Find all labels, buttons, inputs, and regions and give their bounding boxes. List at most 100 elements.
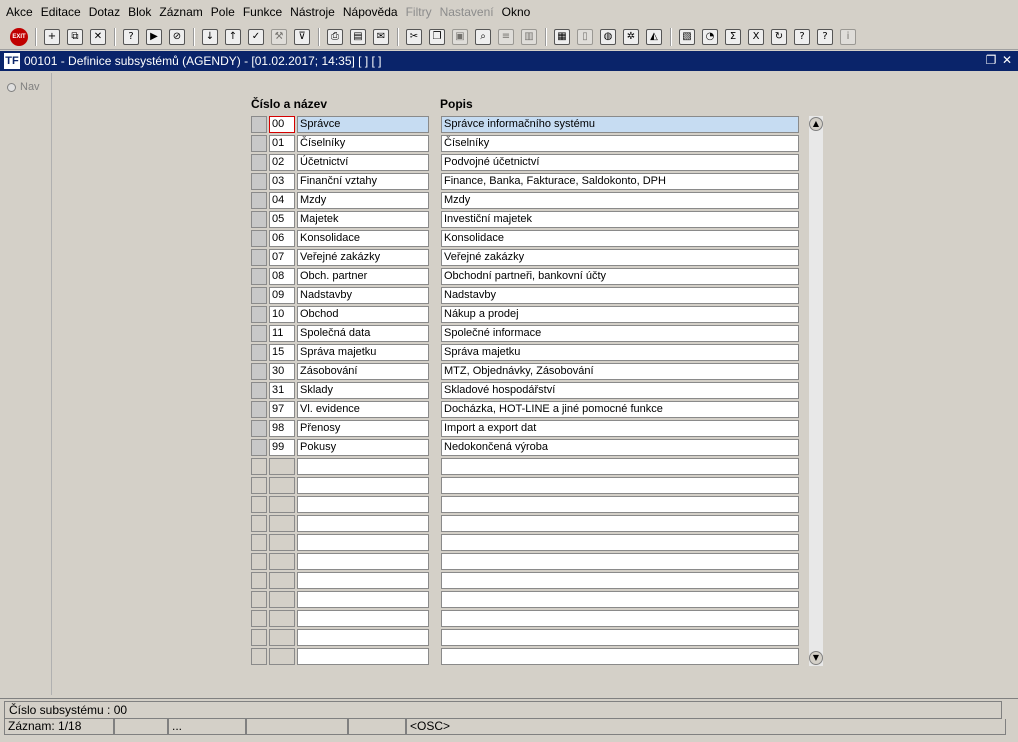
query-enter-button[interactable]: ? bbox=[120, 26, 142, 48]
table-row[interactable]: 07 Veřejné zakázky Veřejné zakázky bbox=[251, 249, 801, 266]
chart-button[interactable]: ◭ bbox=[643, 26, 665, 48]
number-field[interactable] bbox=[269, 496, 295, 513]
record-selector[interactable] bbox=[251, 610, 267, 627]
send-mail-button[interactable]: ✉ bbox=[370, 26, 392, 48]
description-field[interactable] bbox=[441, 515, 799, 532]
description-field[interactable]: Konsolidace bbox=[441, 230, 799, 247]
description-field[interactable]: Mzdy bbox=[441, 192, 799, 209]
record-selector[interactable] bbox=[251, 420, 267, 437]
delete-record-button[interactable]: ✕ bbox=[87, 26, 109, 48]
name-field[interactable]: Mzdy bbox=[297, 192, 429, 209]
name-field[interactable] bbox=[297, 458, 429, 475]
print-button[interactable]: ⎙ bbox=[324, 26, 346, 48]
menu-item-5[interactable]: Pole bbox=[207, 0, 239, 24]
description-field[interactable]: Nákup a prodej bbox=[441, 306, 799, 323]
record-selector[interactable] bbox=[251, 268, 267, 285]
description-field[interactable] bbox=[441, 477, 799, 494]
number-field[interactable]: 08 bbox=[269, 268, 295, 285]
query-cancel-button[interactable]: ⊘ bbox=[166, 26, 188, 48]
record-selector[interactable] bbox=[251, 534, 267, 551]
menu-item-8[interactable]: Nápověda bbox=[339, 0, 402, 24]
menu-item-2[interactable]: Dotaz bbox=[85, 0, 124, 24]
table-row[interactable] bbox=[251, 591, 801, 608]
record-selector[interactable] bbox=[251, 135, 267, 152]
description-field[interactable]: Docházka, HOT-LINE a jiné pomocné funkce bbox=[441, 401, 799, 418]
record-selector[interactable] bbox=[251, 211, 267, 228]
name-field[interactable]: Správa majetku bbox=[297, 344, 429, 361]
description-field[interactable] bbox=[441, 591, 799, 608]
record-selector[interactable] bbox=[251, 496, 267, 513]
restore-window-button[interactable]: ❐ bbox=[984, 53, 998, 67]
number-field[interactable] bbox=[269, 534, 295, 551]
table-row[interactable] bbox=[251, 629, 801, 646]
table-row[interactable] bbox=[251, 534, 801, 551]
menu-item-7[interactable]: Nástroje bbox=[286, 0, 339, 24]
name-field[interactable] bbox=[297, 496, 429, 513]
print-preview-button[interactable]: ▤ bbox=[347, 26, 369, 48]
refresh-button[interactable]: ↻ bbox=[768, 26, 790, 48]
record-selector[interactable] bbox=[251, 629, 267, 646]
name-field[interactable]: Pokusy bbox=[297, 439, 429, 456]
insert-record-button[interactable]: + bbox=[41, 26, 63, 48]
description-field[interactable]: Obchodní partneři, bankovní účty bbox=[441, 268, 799, 285]
record-selector[interactable] bbox=[251, 553, 267, 570]
filter-button[interactable]: ⊽ bbox=[291, 26, 313, 48]
number-field[interactable]: 31 bbox=[269, 382, 295, 399]
record-selector[interactable] bbox=[251, 173, 267, 190]
number-field[interactable] bbox=[269, 458, 295, 475]
number-field[interactable]: 00 bbox=[269, 116, 295, 133]
description-field[interactable] bbox=[441, 534, 799, 551]
table-row[interactable]: 31 Sklady Skladové hospodářství bbox=[251, 382, 801, 399]
name-field[interactable] bbox=[297, 534, 429, 551]
menu-item-9[interactable]: Filtry bbox=[402, 0, 436, 24]
description-field[interactable]: Podvojné účetnictví bbox=[441, 154, 799, 171]
number-field[interactable]: 05 bbox=[269, 211, 295, 228]
name-field[interactable] bbox=[297, 610, 429, 627]
name-field[interactable] bbox=[297, 515, 429, 532]
table-row[interactable]: 11 Společná data Společné informace bbox=[251, 325, 801, 342]
number-field[interactable] bbox=[269, 629, 295, 646]
name-field[interactable] bbox=[297, 648, 429, 665]
number-field[interactable]: 07 bbox=[269, 249, 295, 266]
table-row[interactable] bbox=[251, 553, 801, 570]
table-row[interactable] bbox=[251, 458, 801, 475]
number-field[interactable]: 97 bbox=[269, 401, 295, 418]
record-selector[interactable] bbox=[251, 458, 267, 475]
number-field[interactable]: 30 bbox=[269, 363, 295, 380]
name-field[interactable]: Majetek bbox=[297, 211, 429, 228]
number-field[interactable]: 09 bbox=[269, 287, 295, 304]
number-field[interactable]: 11 bbox=[269, 325, 295, 342]
menu-item-6[interactable]: Funkce bbox=[239, 0, 286, 24]
table-row[interactable] bbox=[251, 477, 801, 494]
nav-option[interactable]: Nav bbox=[7, 81, 51, 93]
number-field[interactable] bbox=[269, 515, 295, 532]
record-selector[interactable] bbox=[251, 325, 267, 342]
description-field[interactable] bbox=[441, 496, 799, 513]
copy-button[interactable]: ❐ bbox=[426, 26, 448, 48]
record-selector[interactable] bbox=[251, 591, 267, 608]
record-selector[interactable] bbox=[251, 401, 267, 418]
name-field[interactable]: Správce bbox=[297, 116, 429, 133]
description-field[interactable] bbox=[441, 610, 799, 627]
find-button[interactable]: ⌕ bbox=[472, 26, 494, 48]
table-row[interactable]: 10 Obchod Nákup a prodej bbox=[251, 306, 801, 323]
table-row[interactable]: 08 Obch. partner Obchodní partneři, bankov… bbox=[251, 268, 801, 285]
table-row[interactable]: 02 Účetnictví Podvojné účetnictví bbox=[251, 154, 801, 171]
close-window-button[interactable]: ✕ bbox=[1000, 53, 1014, 67]
description-field[interactable]: Nadstavby bbox=[441, 287, 799, 304]
name-field[interactable]: Číselníky bbox=[297, 135, 429, 152]
description-field[interactable] bbox=[441, 572, 799, 589]
description-field[interactable]: Číselníky bbox=[441, 135, 799, 152]
name-field[interactable]: Sklady bbox=[297, 382, 429, 399]
menu-item-11[interactable]: Okno bbox=[498, 0, 535, 24]
table-row[interactable]: 15 Správa majetku Správa majetku bbox=[251, 344, 801, 361]
name-field[interactable] bbox=[297, 591, 429, 608]
record-selector[interactable] bbox=[251, 439, 267, 456]
query-execute-button[interactable]: ▶ bbox=[143, 26, 165, 48]
table-row[interactable] bbox=[251, 515, 801, 532]
record-selector[interactable] bbox=[251, 287, 267, 304]
number-field[interactable]: 01 bbox=[269, 135, 295, 152]
name-field[interactable]: Veřejné zakázky bbox=[297, 249, 429, 266]
number-field[interactable]: 99 bbox=[269, 439, 295, 456]
description-field[interactable] bbox=[441, 629, 799, 646]
